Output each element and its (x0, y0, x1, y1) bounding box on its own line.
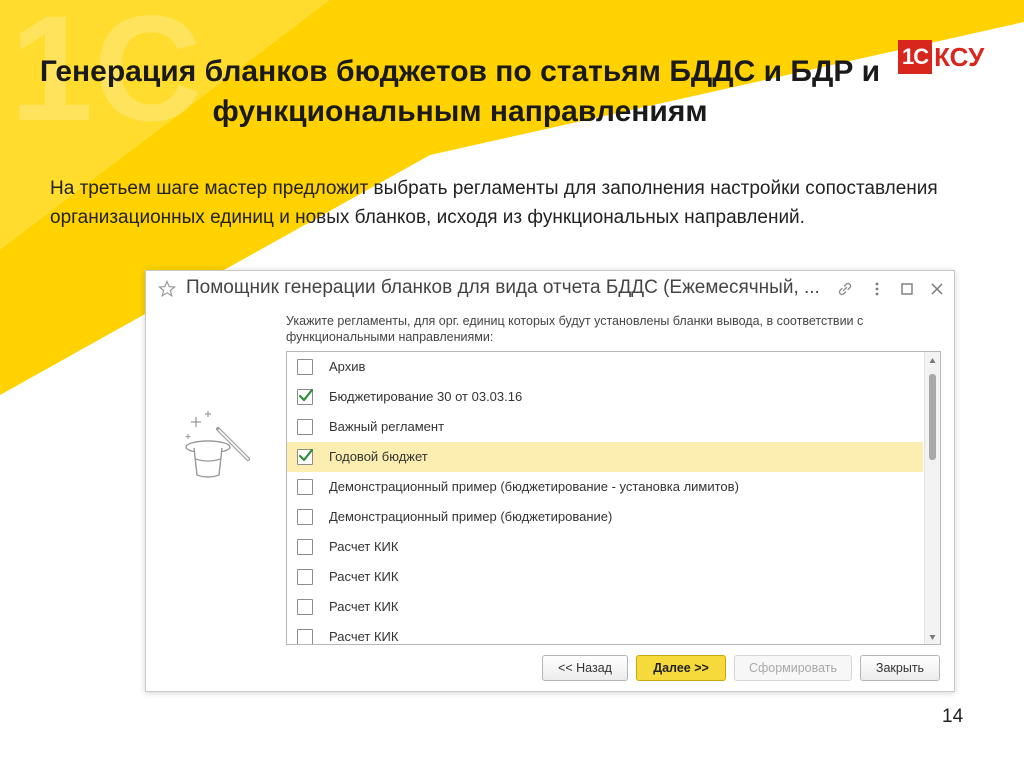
list-item[interactable]: Бюджетирование 30 от 03.03.16 (287, 382, 923, 412)
magic-hat-icon (174, 389, 264, 479)
list-item[interactable]: Демонстрационный пример (бюджетирование … (287, 472, 923, 502)
list-item[interactable]: Расчет КИК (287, 532, 923, 562)
item-label: Годовой бюджет (329, 449, 428, 464)
close-button[interactable]: Закрыть (860, 655, 940, 681)
item-checkbox[interactable] (297, 539, 313, 555)
item-checkbox[interactable] (297, 599, 313, 615)
item-label: Важный регламент (329, 419, 445, 434)
list-item[interactable]: Архив (287, 352, 923, 382)
list-item[interactable]: Демонстрационный пример (бюджетирование) (287, 502, 923, 532)
item-checkbox[interactable] (297, 509, 313, 525)
back-button[interactable]: << Назад (542, 655, 628, 681)
slide-title: Генерация бланков бюджетов по статьям БД… (39, 55, 881, 128)
item-label: Расчет КИК (329, 629, 399, 644)
item-label: Расчет КИК (329, 569, 399, 584)
more-icon[interactable] (868, 280, 886, 298)
wizard-window: Помощник генерации бланков для вида отче… (145, 270, 955, 692)
maximize-icon[interactable] (898, 280, 916, 298)
page-number: 14 (942, 706, 964, 727)
item-checkbox[interactable] (297, 419, 313, 435)
scroll-up-arrow-icon[interactable] (925, 354, 940, 366)
item-label: Расчет КИК (329, 599, 399, 614)
regulations-list[interactable]: Расчет КИК Расчет КИК Расчет КИК Расчет КИК… (286, 351, 941, 645)
logo-text: КСУ (934, 41, 985, 72)
scroll-down-arrow-icon[interactable] (925, 630, 940, 642)
next-button[interactable]: Далее >> (636, 655, 726, 681)
window-title: Помощник генерации бланков для вида отче… (186, 277, 820, 298)
item-checkbox[interactable] (297, 629, 313, 644)
item-label: Архив (329, 359, 366, 374)
item-checkbox[interactable] (297, 448, 314, 465)
company-logo: 1С КСУ (898, 40, 984, 74)
star-icon[interactable] (157, 279, 177, 298)
item-checkbox[interactable] (297, 479, 313, 495)
slide-description: На третьем шаге мастер предложит выбрать… (50, 178, 938, 228)
checkmark-icon (298, 448, 314, 462)
item-label: Бюджетирование 30 от 03.03.16 (329, 389, 523, 404)
list-item[interactable]: Годовой бюджет (287, 442, 923, 472)
list-item[interactable]: Расчет КИК (287, 592, 923, 622)
item-label: Расчет КИК (329, 539, 399, 554)
checkmark-icon (298, 388, 314, 402)
list-scrollbar[interactable] (924, 352, 940, 644)
instruction-text: Укажите регламенты, для орг. единиц кото… (286, 314, 864, 344)
item-checkbox[interactable] (297, 359, 313, 375)
link-icon[interactable] (836, 280, 854, 298)
generate-button[interactable]: Сформировать (734, 655, 852, 681)
window-titlebar: Помощник генерации бланков для вида отче… (146, 271, 954, 307)
logo-box: 1С (898, 40, 933, 74)
item-checkbox[interactable] (297, 388, 314, 405)
list-item[interactable]: Расчет КИК (287, 622, 923, 644)
item-checkbox[interactable] (297, 569, 313, 585)
list-item[interactable]: Важный регламент (287, 412, 923, 442)
item-label: Демонстрационный пример (бюджетирование … (329, 479, 739, 494)
list-item[interactable]: Расчет КИК (287, 562, 923, 592)
item-label: Демонстрационный пример (бюджетирование) (329, 509, 613, 524)
scrollbar-thumb[interactable] (929, 374, 936, 460)
close-icon[interactable] (928, 280, 946, 298)
